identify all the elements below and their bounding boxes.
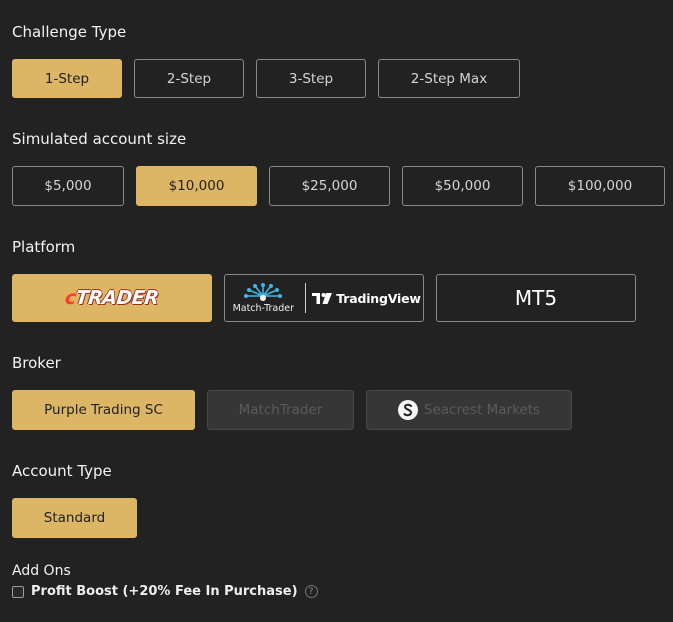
platform-option-mt5[interactable]: MT5 [436,274,636,322]
add-ons-heading: Add Ons [12,563,71,579]
challenge-option-2-step-max[interactable]: 2-Step Max [378,59,520,98]
account-size-option-10000[interactable]: $10,000 [136,166,257,206]
platform-heading: Platform [12,238,76,256]
account-size-heading: Simulated account size [12,130,187,148]
profit-boost-label[interactable]: Profit Boost (+20% Fee In Purchase) [31,584,298,599]
seacrest-markets-label: Seacrest Markets [423,402,541,418]
broker-option-purple-trading-sc[interactable]: Purple Trading SC [12,390,195,430]
tradingview-logo-text: TradingView [336,290,421,306]
mt5-label: MT5 [514,286,558,310]
challenge-config-panel: Challenge Type 1-Step 2-Step 3-Step 2-St… [0,0,673,622]
profit-boost-checkbox[interactable] [12,585,24,598]
challenge-type-heading: Challenge Type [12,23,127,41]
tradingview-icon [312,292,333,304]
account-size-option-25000[interactable]: $25,000 [269,166,390,206]
account-type-heading: Account Type [12,462,112,480]
challenge-option-3-step[interactable]: 3-Step [256,59,366,98]
account-size-option-100000[interactable]: $100,000 [535,166,665,206]
platform-option-matchtrader-tradingview[interactable]: Match-Trader TradingView [224,274,424,322]
broker-option-matchtrader: MatchTrader [207,390,354,430]
challenge-option-1-step[interactable]: 1-Step [12,59,122,98]
account-type-option-standard[interactable]: Standard [12,498,137,538]
matchtrader-icon [244,283,283,301]
seacrest-s-icon [397,400,418,420]
account-size-option-50000[interactable]: $50,000 [402,166,523,206]
account-size-option-5000[interactable]: $5,000 [12,166,124,206]
ctrader-logo: cTRADER [64,287,160,309]
addon-profit-boost-row[interactable]: Profit Boost (+20% Fee In Purchase) ? [12,584,318,599]
broker-heading: Broker [12,354,61,372]
platform-option-ctrader[interactable]: cTRADER [12,274,212,322]
challenge-option-2-step[interactable]: 2-Step [134,59,244,98]
logo-divider [305,283,307,313]
question-circle-icon[interactable]: ? [304,585,318,598]
broker-option-seacrest-markets: Seacrest Markets [366,390,572,430]
matchtrader-logo-text: Match-Trader [232,303,295,314]
matchtrader-tradingview-logo: Match-Trader TradingView [227,282,421,314]
